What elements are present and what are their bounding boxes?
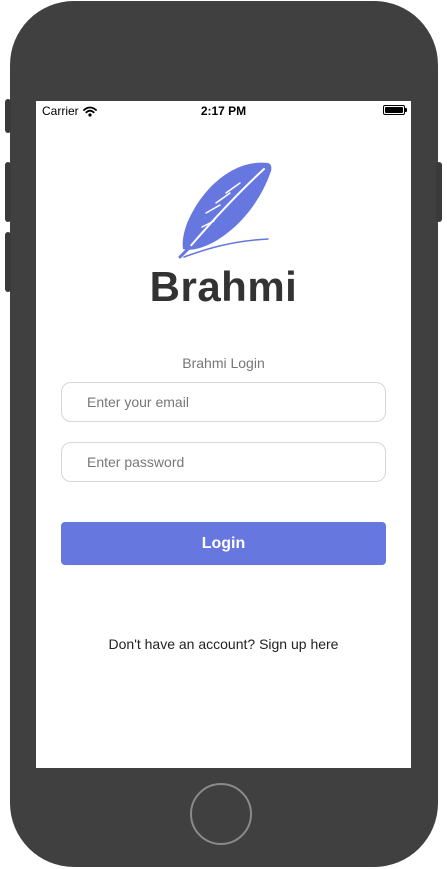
login-button[interactable]: Login bbox=[61, 522, 386, 565]
power-button bbox=[436, 162, 442, 222]
status-bar: Carrier 2:17 PM bbox=[36, 101, 411, 121]
password-field[interactable] bbox=[61, 442, 386, 482]
feather-quill-icon bbox=[178, 162, 272, 259]
app-screen: Carrier 2:17 PM Brahmi Brahmi Login Logi… bbox=[36, 101, 411, 768]
volume-up-button bbox=[5, 162, 11, 222]
volume-down-button bbox=[5, 232, 11, 292]
signup-link[interactable]: Don't have an account? Sign up here bbox=[36, 636, 411, 652]
email-field[interactable] bbox=[61, 382, 386, 422]
home-button[interactable] bbox=[190, 783, 252, 845]
mute-switch bbox=[5, 99, 11, 133]
battery-icon bbox=[383, 105, 407, 115]
login-heading: Brahmi Login bbox=[182, 355, 265, 371]
status-time: 2:17 PM bbox=[200, 104, 247, 118]
app-name: Brahmi bbox=[149, 263, 298, 310]
